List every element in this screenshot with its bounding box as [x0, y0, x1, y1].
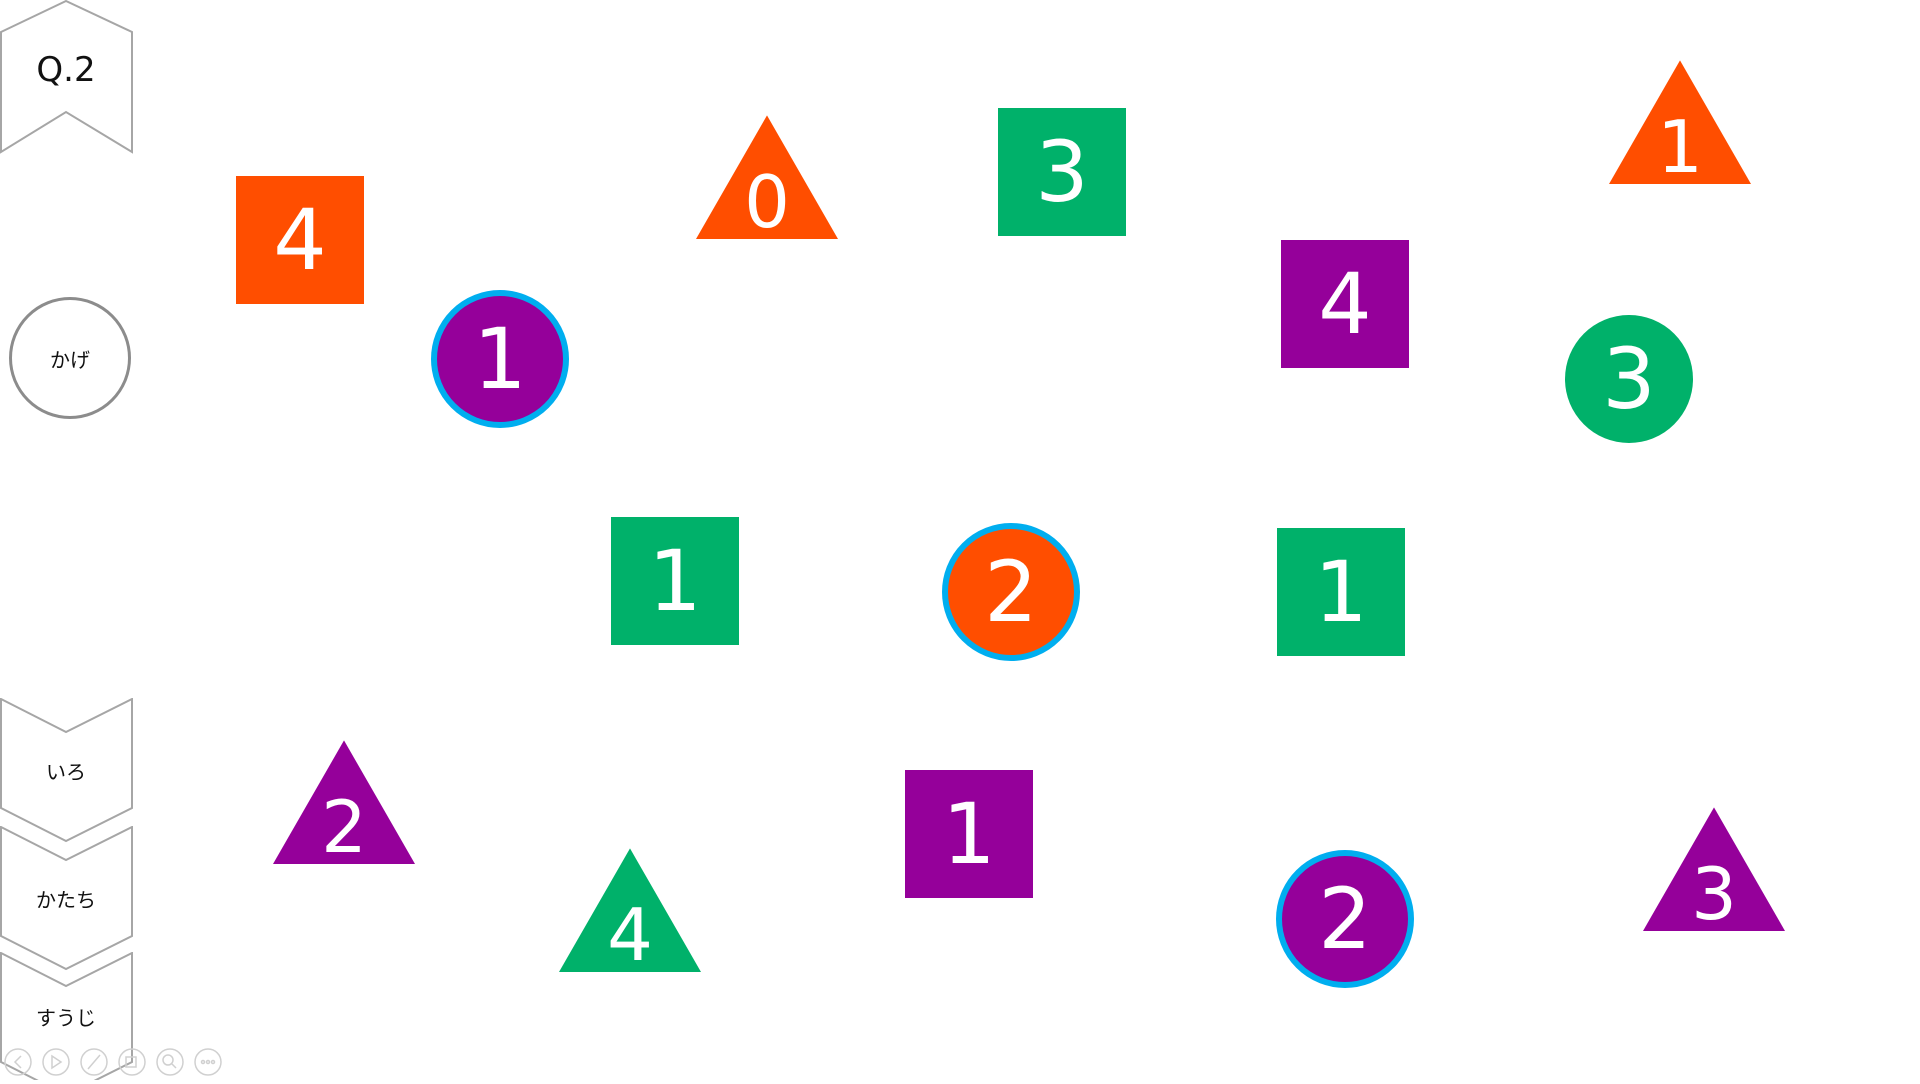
shape-number: 3: [1035, 123, 1088, 221]
prev-icon[interactable]: [4, 1048, 32, 1076]
square-purple-1[interactable]: 1: [905, 770, 1033, 898]
circle-purple-1[interactable]: 1: [431, 290, 569, 428]
circle-purple-2[interactable]: 2: [1276, 850, 1414, 988]
shape-number: 1: [942, 785, 995, 883]
shape-number: 4: [273, 191, 326, 289]
square-green-3[interactable]: 3: [998, 108, 1126, 236]
square-green-1[interactable]: 1: [1277, 528, 1405, 656]
shape-number: 2: [984, 543, 1037, 641]
shape-number: 3: [1602, 330, 1655, 428]
play-icon[interactable]: [42, 1048, 70, 1076]
triangle-green-4[interactable]: 4: [559, 848, 701, 977]
circle-orange-2[interactable]: 2: [942, 523, 1080, 661]
triangle-purple-2[interactable]: 2: [273, 740, 415, 869]
zoom-icon[interactable]: [156, 1048, 184, 1076]
presentation-toolbar: [4, 1048, 222, 1076]
square-purple-4[interactable]: 4: [1281, 240, 1409, 368]
shape-number: 3: [1691, 852, 1737, 936]
shape-number: 4: [1318, 255, 1371, 353]
shape-number: 4: [607, 893, 653, 977]
shape-number: 1: [1314, 543, 1367, 641]
shape-number: 1: [1657, 105, 1703, 189]
square-orange-4[interactable]: 4: [236, 176, 364, 304]
more-icon[interactable]: [194, 1048, 222, 1076]
square-green-1[interactable]: 1: [611, 517, 739, 645]
shape-number: 1: [648, 532, 701, 630]
shape-number: 2: [321, 785, 367, 869]
pen-icon[interactable]: [80, 1048, 108, 1076]
triangle-purple-3[interactable]: 3: [1643, 807, 1785, 936]
shape-number: 2: [1318, 870, 1371, 968]
slides-icon[interactable]: [118, 1048, 146, 1076]
circle-green-3[interactable]: 3: [1565, 315, 1693, 443]
shape-number: 1: [473, 310, 526, 408]
shapes-canvas: 4 0 3 1 1 4 3 1 2 1 2 1 4 2 3: [236, 60, 1785, 988]
triangle-orange-0[interactable]: 0: [696, 115, 838, 244]
triangle-orange-1[interactable]: 1: [1609, 60, 1751, 189]
shape-number: 0: [744, 160, 790, 244]
